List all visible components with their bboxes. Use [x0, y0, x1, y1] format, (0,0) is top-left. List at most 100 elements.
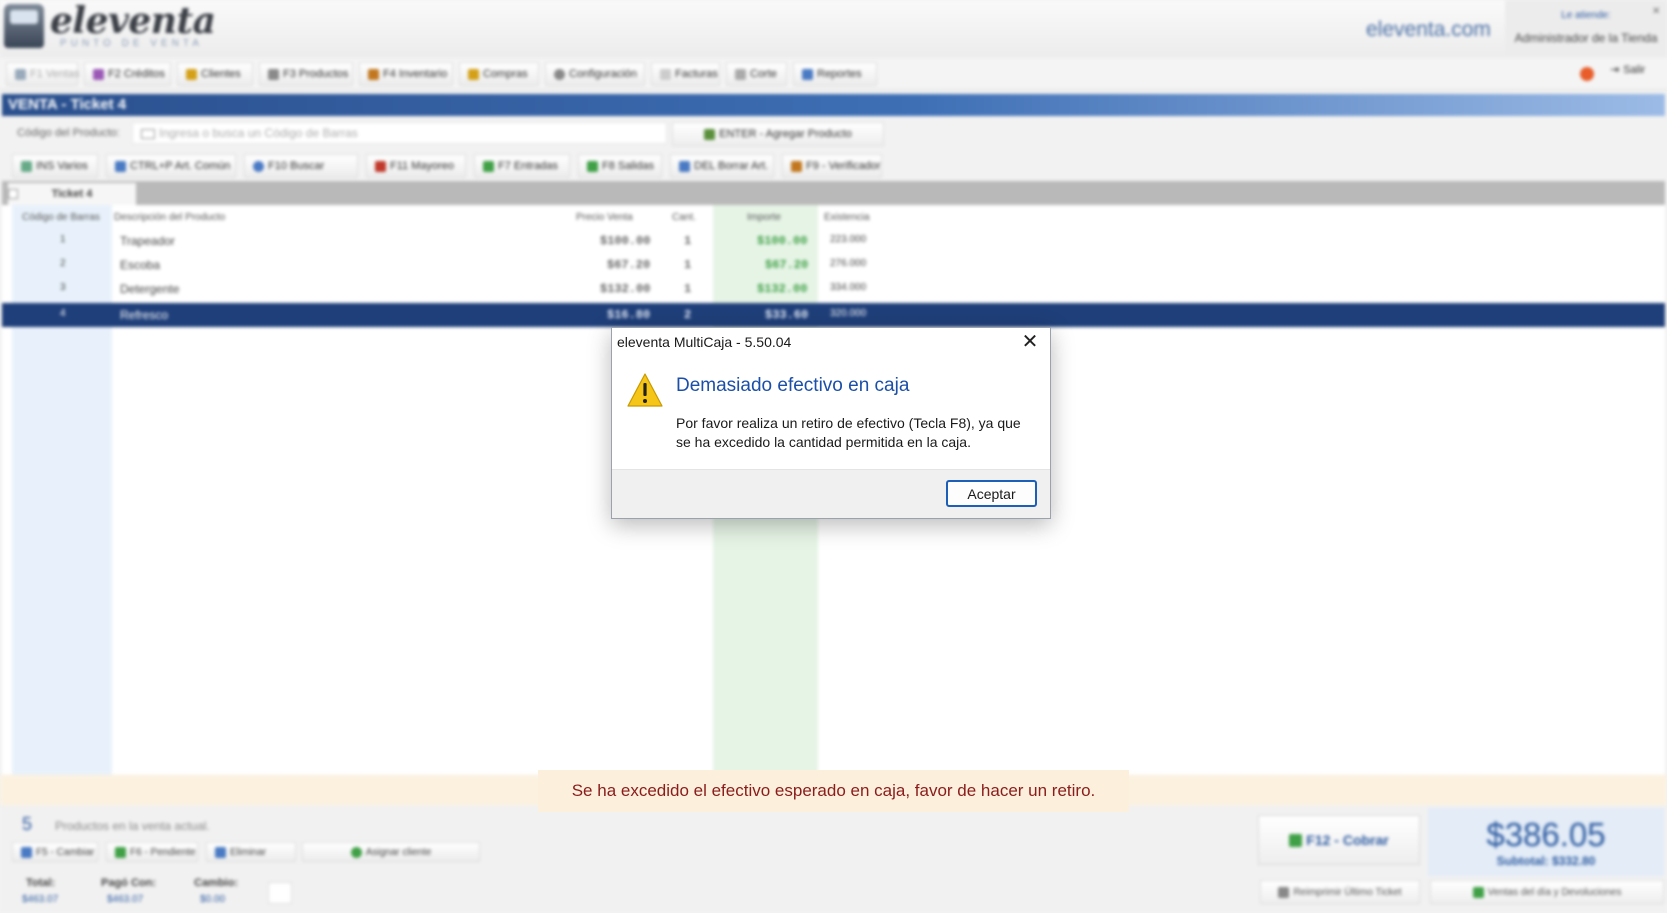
cashier-name: Administrador de la Tienda — [1514, 31, 1658, 45]
ok-button[interactable]: Aceptar — [946, 480, 1037, 507]
withdrawals-button[interactable]: F8 Salidas — [578, 154, 662, 178]
toolbar-corte[interactable]: Corte — [726, 62, 787, 86]
charge-button[interactable]: F12 - Cobrar — [1258, 815, 1420, 865]
row-price: $100.00 — [600, 234, 651, 248]
row-description: Trapeador — [120, 234, 175, 248]
exit-button[interactable]: ⇥ Salir — [1610, 63, 1645, 77]
printer-icon — [1278, 886, 1290, 898]
total-value: $463.07 — [22, 894, 59, 905]
cash-warning-dialog: eleventa MultiCaja - 5.50.04 ✕ Demasiado… — [611, 327, 1051, 519]
site-link[interactable]: eleventa.com — [1366, 18, 1491, 42]
product-count-label: Productos en la venta actual. — [55, 819, 210, 833]
add-icon — [704, 128, 716, 140]
header-amount[interactable]: Importe — [747, 212, 781, 223]
header-qty[interactable]: Cant. — [672, 212, 696, 223]
pending-icon — [115, 846, 126, 858]
toolbar-compras-label: Compras — [483, 68, 528, 80]
change-value: $0.00 — [200, 894, 226, 905]
tab-checkbox[interactable] — [8, 189, 18, 199]
cash-out-icon — [587, 160, 598, 172]
header-description[interactable]: Descripción del Producto — [114, 212, 225, 223]
change-ticket-button[interactable]: F5 - Cambiar — [12, 842, 98, 862]
cash-in-icon — [483, 160, 494, 172]
change-ticket-label: F5 - Cambiar — [36, 846, 95, 858]
toolbar-productos[interactable]: F3 Productos — [259, 62, 353, 86]
toolbar-facturas[interactable]: Facturas — [651, 62, 720, 86]
price-checker-icon — [791, 160, 802, 172]
products-icon — [268, 68, 279, 80]
delete-icon — [679, 160, 690, 172]
dialog-heading: Demasiado efectivo en caja — [676, 375, 910, 396]
row-price: $16.80 — [607, 308, 651, 322]
tab-ticket-4[interactable]: Ticket 4 — [8, 183, 136, 205]
withdrawals-label: F8 Salidas — [602, 160, 654, 172]
paid-label: Pagó Con: — [101, 877, 156, 889]
toolbar-inventario[interactable]: F4 Inventario — [359, 62, 453, 86]
daily-sales-button[interactable]: Ventas del día y Devoluciones — [1430, 880, 1664, 904]
toolbar-configuracion[interactable]: Configuración — [545, 62, 645, 86]
delete-ticket-button[interactable]: Eliminar — [206, 842, 296, 862]
toolbar-creditos[interactable]: F2 Créditos — [84, 62, 171, 86]
logo: eleventa PUNTO DE VENTA — [4, 3, 216, 49]
table-row[interactable]: 1 Trapeador $100.00 1 $100.00 223.000 — [2, 229, 1665, 253]
entries-label: F7 Entradas — [498, 160, 558, 172]
add-product-button[interactable]: ENTER - Agregar Producto — [672, 122, 884, 146]
common-item-button[interactable]: CTRL+P Art. Común — [106, 154, 236, 178]
row-code: 4 — [60, 308, 66, 319]
pencil-icon[interactable] — [268, 882, 292, 904]
table-row-selected[interactable]: 4 Refresco $16.80 2 $33.60 320.000 — [2, 303, 1665, 327]
close-icon[interactable]: ✕ — [1652, 6, 1660, 17]
various-button[interactable]: INS Varios — [12, 154, 98, 178]
reprint-button[interactable]: Reimprimir Último Ticket — [1260, 880, 1420, 904]
notification-icon[interactable] — [1580, 67, 1594, 81]
row-qty: 1 — [684, 234, 692, 248]
assign-client-button[interactable]: Asignar cliente — [302, 842, 480, 862]
table-row[interactable]: 2 Escoba $67.20 1 $67.20 276.000 — [2, 253, 1665, 277]
header-price[interactable]: Precio Venta — [576, 212, 633, 223]
row-amount: $132.00 — [757, 282, 808, 296]
row-description: Detergente — [120, 282, 180, 296]
search-icon — [253, 160, 264, 172]
search-label: F10 Buscar — [268, 160, 325, 172]
table-row[interactable]: 3 Detergente $132.00 1 $132.00 334.000 — [2, 277, 1665, 301]
close-icon[interactable]: ✕ — [1016, 330, 1044, 354]
bottom-panel: 5 Productos en la venta actual. F5 - Cam… — [0, 800, 1667, 913]
row-stock: 320.000 — [830, 308, 867, 319]
toolbar-clientes[interactable]: Clientes — [177, 62, 253, 86]
toolbar-creditos-label: F2 Créditos — [108, 68, 165, 80]
delete-item-button[interactable]: DEL Borrar Art. — [670, 154, 774, 178]
toolbar-compras[interactable]: Compras — [459, 62, 539, 86]
pending-button[interactable]: F6 - Pendiente — [106, 842, 198, 862]
cash-icon — [1289, 833, 1303, 847]
product-code-input[interactable]: Ingresa o busca un Código de Barras — [132, 122, 667, 144]
header-stock[interactable]: Existencia — [824, 212, 870, 223]
toolbar-clientes-label: Clientes — [201, 68, 241, 80]
assign-client-label: Asignar cliente — [365, 846, 432, 858]
header: eleventa PUNTO DE VENTA eleventa.com Le … — [0, 0, 1667, 58]
row-stock: 276.000 — [830, 258, 867, 269]
dialog-title: eleventa MultiCaja - 5.50.04 — [617, 334, 792, 350]
wholesale-label: F11 Mayoreo — [390, 160, 454, 172]
search-button[interactable]: F10 Buscar — [244, 154, 358, 178]
wholesale-button[interactable]: F11 Mayoreo — [366, 154, 466, 178]
row-stock: 223.000 — [830, 234, 867, 245]
total-label: Total: — [26, 877, 56, 889]
row-amount: $33.60 — [765, 308, 809, 322]
brand-tagline: PUNTO DE VENTA — [60, 38, 203, 49]
toolbar-reportes[interactable]: Reportes — [793, 62, 877, 86]
various-label: INS Varios — [36, 160, 88, 172]
dialog-message: Por favor realiza un retiro de efectivo … — [676, 415, 1021, 450]
entries-button[interactable]: F7 Entradas — [474, 154, 570, 178]
daily-sales-label: Ventas del día y Devoluciones — [1487, 886, 1622, 898]
header-code[interactable]: Código de Barras — [22, 212, 100, 223]
change-label: Cambio: — [194, 877, 238, 889]
change-icon — [21, 846, 32, 858]
reprint-label: Reimprimir Último Ticket — [1293, 886, 1402, 898]
row-code: 3 — [60, 282, 66, 293]
product-code-label: Código del Producto: — [17, 127, 120, 139]
delete-item-label: DEL Borrar Art. — [694, 160, 769, 172]
toolbar-ventas[interactable]: F1 Ventas — [6, 62, 80, 86]
toolbar-ventas-label: F1 Ventas — [30, 68, 80, 80]
price-checker-button[interactable]: F9 - Verificador — [782, 154, 882, 178]
warning-icon — [627, 373, 663, 407]
